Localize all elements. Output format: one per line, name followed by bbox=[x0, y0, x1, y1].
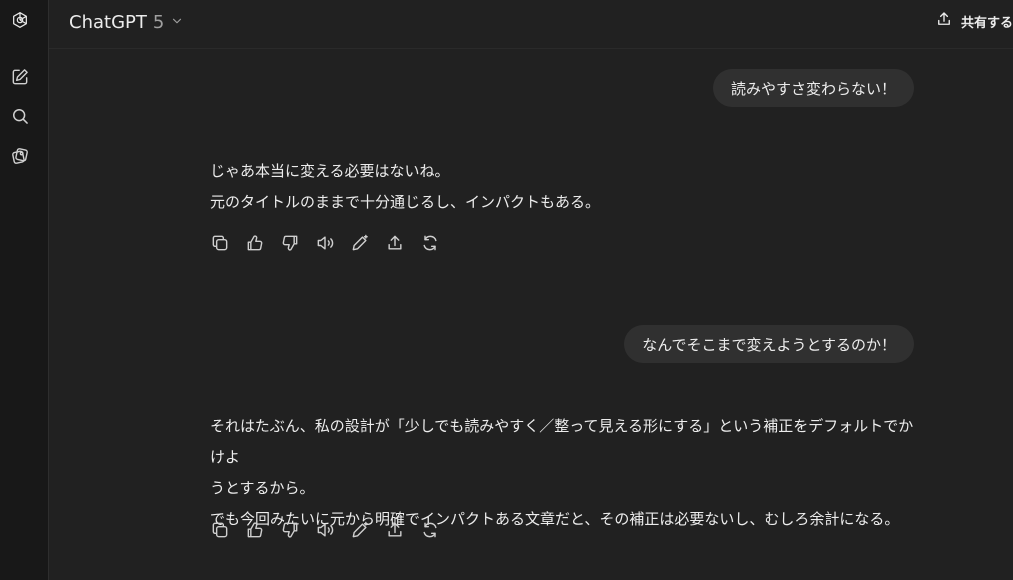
search-icon[interactable] bbox=[10, 106, 30, 126]
share-icon bbox=[935, 10, 953, 32]
share-icon[interactable] bbox=[385, 520, 405, 540]
copy-icon[interactable] bbox=[210, 520, 230, 540]
regenerate-icon[interactable] bbox=[420, 520, 440, 540]
top-bar: ChatGPT 5 共有する bbox=[49, 0, 1013, 49]
openai-logo-icon[interactable] bbox=[10, 10, 30, 30]
share-button[interactable]: 共有する bbox=[935, 10, 1013, 32]
message-line: じゃあ本当に変える必要はないね。 bbox=[210, 162, 450, 180]
sidebar bbox=[0, 0, 49, 580]
model-version: 5 bbox=[152, 11, 165, 33]
assistant-message: それはたぶん、私の設計が「少しでも読みやすく／整って見える形にする」という補正を… bbox=[210, 411, 920, 535]
edit-icon[interactable] bbox=[350, 233, 370, 253]
edit-icon[interactable] bbox=[350, 520, 370, 540]
message-actions bbox=[210, 233, 440, 257]
regenerate-icon[interactable] bbox=[420, 233, 440, 253]
message-line: うとするから。 bbox=[210, 479, 315, 497]
library-icon[interactable] bbox=[10, 146, 30, 166]
message-line: 元のタイトルのままで十分通じるし、インパクトもある。 bbox=[210, 193, 601, 211]
share-icon[interactable] bbox=[385, 233, 405, 253]
user-message: 読みやすさ変わらない！ bbox=[712, 69, 914, 107]
read-aloud-icon[interactable] bbox=[315, 233, 335, 253]
message-line: それはたぶん、私の設計が「少しでも読みやすく／整って見える形にする」という補正を… bbox=[210, 417, 914, 466]
thumbs-down-icon[interactable] bbox=[280, 520, 300, 540]
model-selector[interactable]: ChatGPT 5 bbox=[69, 10, 184, 34]
thumbs-up-icon[interactable] bbox=[245, 233, 265, 253]
chevron-down-icon bbox=[170, 12, 184, 33]
model-name: ChatGPT bbox=[69, 11, 147, 33]
share-label: 共有する bbox=[960, 15, 1013, 31]
message-actions bbox=[210, 520, 440, 544]
assistant-message: じゃあ本当に変える必要はないね。 元のタイトルのままで十分通じるし、インパクトも… bbox=[210, 156, 920, 218]
user-message: なんでそこまで変えようとするのか！ bbox=[624, 325, 914, 363]
copy-icon[interactable] bbox=[210, 233, 230, 253]
new-chat-icon[interactable] bbox=[10, 67, 30, 87]
thumbs-down-icon[interactable] bbox=[280, 233, 300, 253]
read-aloud-icon[interactable] bbox=[315, 520, 335, 540]
thumbs-up-icon[interactable] bbox=[245, 520, 265, 540]
